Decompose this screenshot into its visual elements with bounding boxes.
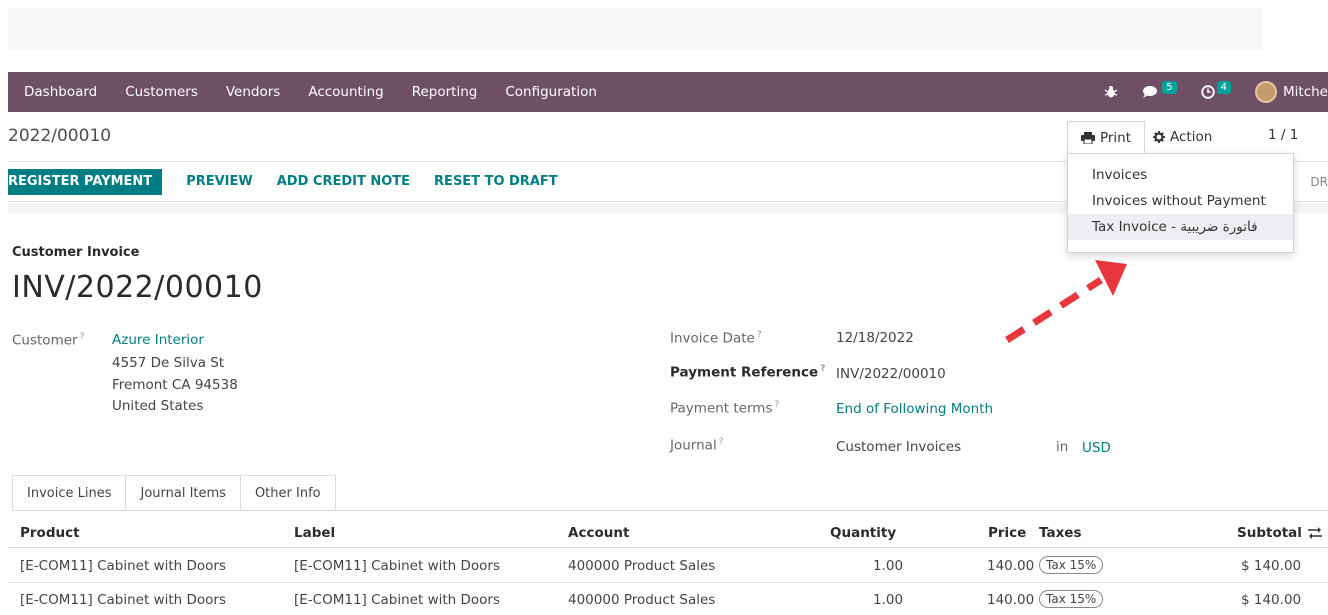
- navbar-systray: 5 4 Mitche: [1080, 72, 1328, 112]
- cell-label: [E-COM11] Cabinet with Doors: [294, 592, 501, 608]
- reset-to-draft-button[interactable]: RESET TO DRAFT: [434, 174, 558, 189]
- cell-taxes: Tax 15%: [1039, 590, 1104, 608]
- customer-label: Customer?: [12, 332, 85, 349]
- cell-subtotal: $ 140.00: [1241, 558, 1302, 574]
- invoice-number-title: INV/2022/00010: [12, 270, 263, 305]
- tab-journal-items[interactable]: Journal Items: [126, 475, 241, 511]
- browser-top-strip: [8, 8, 1262, 50]
- journal-label: Journal?: [670, 437, 724, 454]
- tabs-divider: [12, 510, 1328, 511]
- breadcrumb[interactable]: 2022/00010: [8, 126, 111, 146]
- cell-label: [E-COM11] Cabinet with Doors: [294, 558, 501, 574]
- column-account[interactable]: Account: [568, 525, 629, 541]
- menu-configuration[interactable]: Configuration: [505, 84, 597, 100]
- print-dropdown-menu: Invoices Invoices without Payment Tax In…: [1067, 153, 1294, 253]
- customer-field[interactable]: Azure Interior: [112, 332, 204, 348]
- print-button[interactable]: Print: [1067, 121, 1145, 153]
- notebook-tabs: Invoice Lines Journal Items Other Info: [12, 475, 336, 511]
- main-menu: Dashboard Customers Vendors Accounting R…: [8, 84, 625, 100]
- cell-account: 400000 Product Sales: [568, 558, 716, 574]
- activities-badge: 4: [1216, 80, 1232, 94]
- help-icon[interactable]: ?: [719, 437, 724, 447]
- invoice-date-field[interactable]: 12/18/2022: [836, 330, 914, 346]
- annotation-arrow-icon: [1005, 260, 1127, 343]
- print-menu-item-invoices[interactable]: Invoices: [1068, 162, 1293, 188]
- column-label[interactable]: Label: [294, 525, 335, 541]
- column-subtotal[interactable]: Subtotal: [1237, 525, 1302, 541]
- status-bar-draft[interactable]: DR: [1310, 175, 1328, 189]
- help-icon[interactable]: ?: [820, 364, 825, 374]
- cell-product: [E-COM11] Cabinet with Doors: [20, 558, 227, 574]
- column-product[interactable]: Product: [20, 525, 80, 541]
- menu-dashboard[interactable]: Dashboard: [24, 84, 97, 100]
- invoice-lines-header: Product Label Account Quantity Price Tax…: [8, 516, 1328, 548]
- screen: Dashboard Customers Vendors Accounting R…: [0, 0, 1328, 615]
- user-avatar[interactable]: [1255, 81, 1278, 103]
- invoice-type-label: Customer Invoice: [12, 245, 140, 260]
- action-button[interactable]: Action: [1153, 121, 1212, 153]
- pager-value[interactable]: 1 / 1: [1268, 127, 1298, 143]
- cell-taxes: Tax 15%: [1039, 556, 1104, 574]
- address-line-2: Fremont CA 94538: [112, 377, 238, 393]
- register-payment-button[interactable]: REGISTER PAYMENT: [8, 168, 163, 195]
- preview-button[interactable]: PREVIEW: [186, 174, 253, 189]
- action-label: Action: [1170, 129, 1213, 145]
- print-menu-item-tax-invoice[interactable]: Tax Invoice - فاتورة ضريبية: [1068, 214, 1293, 240]
- column-quantity[interactable]: Quantity: [830, 525, 896, 541]
- print-label: Print: [1099, 129, 1132, 146]
- cell-price: 140.00: [987, 592, 1035, 608]
- menu-vendors[interactable]: Vendors: [226, 84, 280, 100]
- cell-subtotal: $ 140.00: [1241, 592, 1302, 608]
- optional-columns-icon[interactable]: [1308, 527, 1322, 539]
- payment-terms-label: Payment terms?: [670, 400, 780, 417]
- journal-field[interactable]: Customer Invoices: [836, 439, 961, 455]
- clock-icon[interactable]: 4: [1200, 80, 1232, 99]
- payment-reference-field[interactable]: INV/2022/00010: [836, 366, 946, 382]
- invoice-date-label: Invoice Date?: [670, 330, 762, 347]
- cell-product: [E-COM11] Cabinet with Doors: [20, 592, 227, 608]
- menu-reporting[interactable]: Reporting: [412, 84, 478, 100]
- currency-in-label: in: [1056, 439, 1069, 455]
- address-line-3: United States: [112, 398, 204, 414]
- add-credit-note-button[interactable]: ADD CREDIT NOTE: [277, 174, 410, 189]
- column-taxes[interactable]: Taxes: [1039, 525, 1081, 541]
- menu-customers[interactable]: Customers: [125, 84, 198, 100]
- payment-terms-field[interactable]: End of Following Month: [836, 401, 993, 417]
- user-name[interactable]: Mitche: [1283, 84, 1328, 100]
- messages-badge: 5: [1162, 80, 1177, 94]
- column-price[interactable]: Price: [988, 525, 1026, 541]
- address-line-1: 4557 De Silva St: [112, 355, 225, 371]
- tab-invoice-lines[interactable]: Invoice Lines: [12, 475, 127, 511]
- print-menu-item-invoices-without-payment[interactable]: Invoices without Payment: [1068, 188, 1293, 214]
- cell-account: 400000 Product Sales: [568, 592, 716, 608]
- cell-quantity: 1.00: [873, 592, 904, 608]
- cell-quantity: 1.00: [873, 558, 904, 574]
- help-icon[interactable]: ?: [775, 400, 780, 410]
- tab-other-info[interactable]: Other Info: [240, 475, 336, 511]
- printer-icon: [1080, 131, 1095, 144]
- menu-accounting[interactable]: Accounting: [308, 84, 383, 100]
- tax-badge: Tax 15%: [1039, 590, 1104, 608]
- bug-icon[interactable]: [1104, 85, 1118, 99]
- gear-icon: [1153, 131, 1165, 143]
- tax-badge: Tax 15%: [1039, 556, 1104, 574]
- table-row[interactable]: [E-COM11] Cabinet with Doors [E-COM11] C…: [8, 583, 1328, 615]
- currency-field[interactable]: USD: [1082, 440, 1111, 456]
- payment-reference-label: Payment Reference?: [670, 364, 826, 381]
- messages-icon[interactable]: 5: [1142, 80, 1177, 99]
- help-icon[interactable]: ?: [80, 332, 85, 342]
- main-navbar: Dashboard Customers Vendors Accounting R…: [8, 72, 1328, 112]
- cell-price: 140.00: [987, 558, 1035, 574]
- table-row[interactable]: [E-COM11] Cabinet with Doors [E-COM11] C…: [8, 549, 1328, 583]
- help-icon[interactable]: ?: [757, 330, 762, 340]
